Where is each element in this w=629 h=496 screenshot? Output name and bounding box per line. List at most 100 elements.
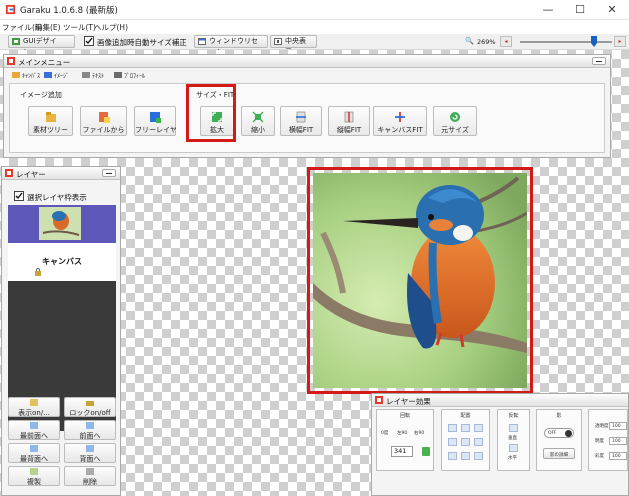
maximize-button[interactable]: ☐: [565, 0, 595, 20]
shadow-detail-button[interactable]: 影の詳細: [543, 448, 575, 459]
layer-panel-minimize-button[interactable]: [102, 169, 116, 177]
reset-size-icon: [450, 112, 460, 122]
send-back-icon: [30, 445, 38, 452]
show-frame-checkbox[interactable]: [14, 191, 24, 201]
lock-icon: [86, 401, 94, 406]
align-bottom-right-icon[interactable]: [474, 452, 483, 460]
send-backward-icon: [86, 445, 94, 452]
opacity-input[interactable]: 100: [609, 422, 627, 430]
free-layer-icon: [150, 112, 161, 123]
send-to-back-button[interactable]: 最背面へ: [8, 443, 60, 463]
menu-tools[interactable]: ツール(T): [63, 22, 96, 33]
layer-effect-header[interactable]: レイヤー効果: [372, 394, 628, 407]
menu-help[interactable]: ヘルプ(H): [94, 22, 128, 33]
close-button[interactable]: ✕: [597, 0, 627, 20]
menu-bar: ファイル(F) 編集(E) ツール(T) ヘルプ(H): [0, 20, 629, 34]
selected-image-layer[interactable]: [307, 167, 533, 394]
rotate-left-button[interactable]: 左90: [397, 430, 407, 436]
layer-panel-title: レイヤー: [16, 170, 46, 179]
text-tab-icon: [82, 72, 90, 78]
align-bottom-center-icon[interactable]: [461, 452, 470, 460]
invert-group: 反転 垂直 水平: [497, 409, 530, 471]
auto-resize-checkbox[interactable]: [84, 36, 94, 46]
rotate-angle-input[interactable]: 341: [391, 446, 413, 457]
main-menu-header[interactable]: メインメニュー: [4, 55, 610, 68]
gui-design-button[interactable]: GUIデザイン...: [8, 35, 75, 56]
magnifier-icon: 🔍: [465, 37, 474, 45]
checkmark-icon: [15, 192, 23, 200]
zoom-out-icon[interactable]: ◂: [500, 36, 512, 47]
shadow-toggle-label: OFF: [548, 431, 557, 436]
garaku-logo-icon: [7, 57, 15, 65]
rotate-right-button[interactable]: 右90: [414, 430, 424, 436]
tab-profile[interactable]: ﾌﾟﾛﾌｨｰﾙ: [114, 71, 145, 80]
free-layer-button[interactable]: フリーレイヤ: [134, 106, 177, 136]
brightness-input[interactable]: 100: [609, 437, 627, 445]
eye-icon: [30, 399, 38, 406]
center-view-button[interactable]: 中央表示: [270, 35, 317, 56]
add-file-icon: [98, 112, 110, 123]
align-center-icon[interactable]: [461, 438, 470, 446]
layer-item-canvas[interactable]: キャンバス: [8, 243, 116, 281]
lock-icon: [35, 268, 41, 276]
rotate-label: 回転: [399, 413, 410, 419]
color-adjust-group: 透明度 100 明度 100 彩度 100: [588, 409, 628, 471]
send-backward-button[interactable]: 背面へ: [64, 443, 116, 463]
menu-edit[interactable]: 編集(E): [35, 22, 61, 33]
canvas-tab-icon: [12, 72, 20, 78]
align-top-center-icon[interactable]: [461, 424, 470, 432]
shadow-toggle[interactable]: OFF: [544, 428, 574, 438]
bring-to-front-button[interactable]: 最前面へ: [8, 420, 60, 440]
main-menu-minimize-button[interactable]: [592, 57, 606, 65]
tab-canvas[interactable]: ｷｬﾝﾊﾞｽ: [12, 71, 40, 80]
bring-front-icon: [30, 422, 38, 429]
shrink-button[interactable]: 縮小: [241, 106, 275, 136]
flip-horizontal-icon[interactable]: [509, 444, 518, 452]
window-reset-button[interactable]: ウィンドウリセット: [194, 35, 268, 56]
main-menu-panel: メインメニュー ｷｬﾝﾊﾞｽ ｲﾒｰｼﾞ ﾃｷｽﾄ ﾌﾟﾛﾌｨｰﾙ イメージ追加…: [3, 54, 611, 158]
align-bottom-left-icon[interactable]: [448, 452, 457, 460]
align-middle-left-icon[interactable]: [448, 438, 457, 446]
zoom-in-icon[interactable]: ▸: [614, 36, 626, 47]
bring-forward-button[interactable]: 前面へ: [64, 420, 116, 440]
layer-panel-header[interactable]: レイヤー: [2, 167, 120, 180]
arrange-group: 配置: [441, 409, 490, 471]
align-top-right-icon[interactable]: [474, 424, 483, 432]
shrink-icon: [252, 111, 264, 123]
tab-text[interactable]: ﾃｷｽﾄ: [82, 71, 104, 80]
layer-item-image[interactable]: [8, 205, 116, 243]
canvas-fit-button[interactable]: キャンバスFIT: [373, 106, 427, 136]
kingfisher-photo: [313, 173, 527, 388]
window-title: Garaku 1.0.6.8 (最新版): [20, 6, 118, 16]
align-middle-right-icon[interactable]: [474, 438, 483, 446]
brightness-label: 明度: [595, 439, 604, 444]
from-file-button[interactable]: ファイルから: [80, 106, 127, 136]
layer-panel: レイヤー 選択レイヤ枠表示 キャンバス 表示on/... ロックon/off 最…: [1, 166, 121, 496]
align-top-left-icon[interactable]: [448, 424, 457, 432]
duplicate-button[interactable]: 複製: [8, 466, 60, 486]
image-tab-icon: [44, 72, 52, 78]
original-size-button[interactable]: 元サイズ: [433, 106, 477, 136]
material-tree-button[interactable]: 素材ツリー: [28, 106, 73, 136]
canvas-layer-label: キャンバス: [42, 257, 82, 266]
toggle-lock-button[interactable]: ロックon/off: [64, 397, 116, 417]
flip-vertical-icon[interactable]: [509, 424, 518, 432]
arrange-label: 配置: [460, 413, 471, 419]
minimize-button[interactable]: —: [533, 0, 563, 20]
flip-vertical-label: 垂直: [508, 436, 517, 441]
shadow-detail-label: 影の詳細: [550, 453, 568, 458]
rotate-apply-icon[interactable]: [422, 447, 430, 456]
zoom-slider-thumb[interactable]: [591, 36, 597, 47]
fit-height-button[interactable]: 縦幅FIT: [328, 106, 370, 136]
saturation-input[interactable]: 100: [609, 452, 627, 460]
rotate-0-button[interactable]: 0度: [381, 430, 388, 436]
zoom-slider-track[interactable]: [520, 41, 612, 43]
tab-image[interactable]: ｲﾒｰｼﾞ: [44, 71, 69, 80]
flip-horizontal-label: 水平: [508, 456, 517, 461]
toggle-visibility-button[interactable]: 表示on/...: [8, 397, 60, 417]
bring-forward-icon: [86, 422, 94, 429]
center-view-icon: [274, 38, 282, 45]
delete-button[interactable]: 削除: [64, 466, 116, 486]
fit-width-button[interactable]: 横幅FIT: [280, 106, 322, 136]
toolbar: GUIデザイン... 画像追加時自動サイズ補正 ウィンドウリセット 中央表示 🔍…: [0, 34, 629, 56]
